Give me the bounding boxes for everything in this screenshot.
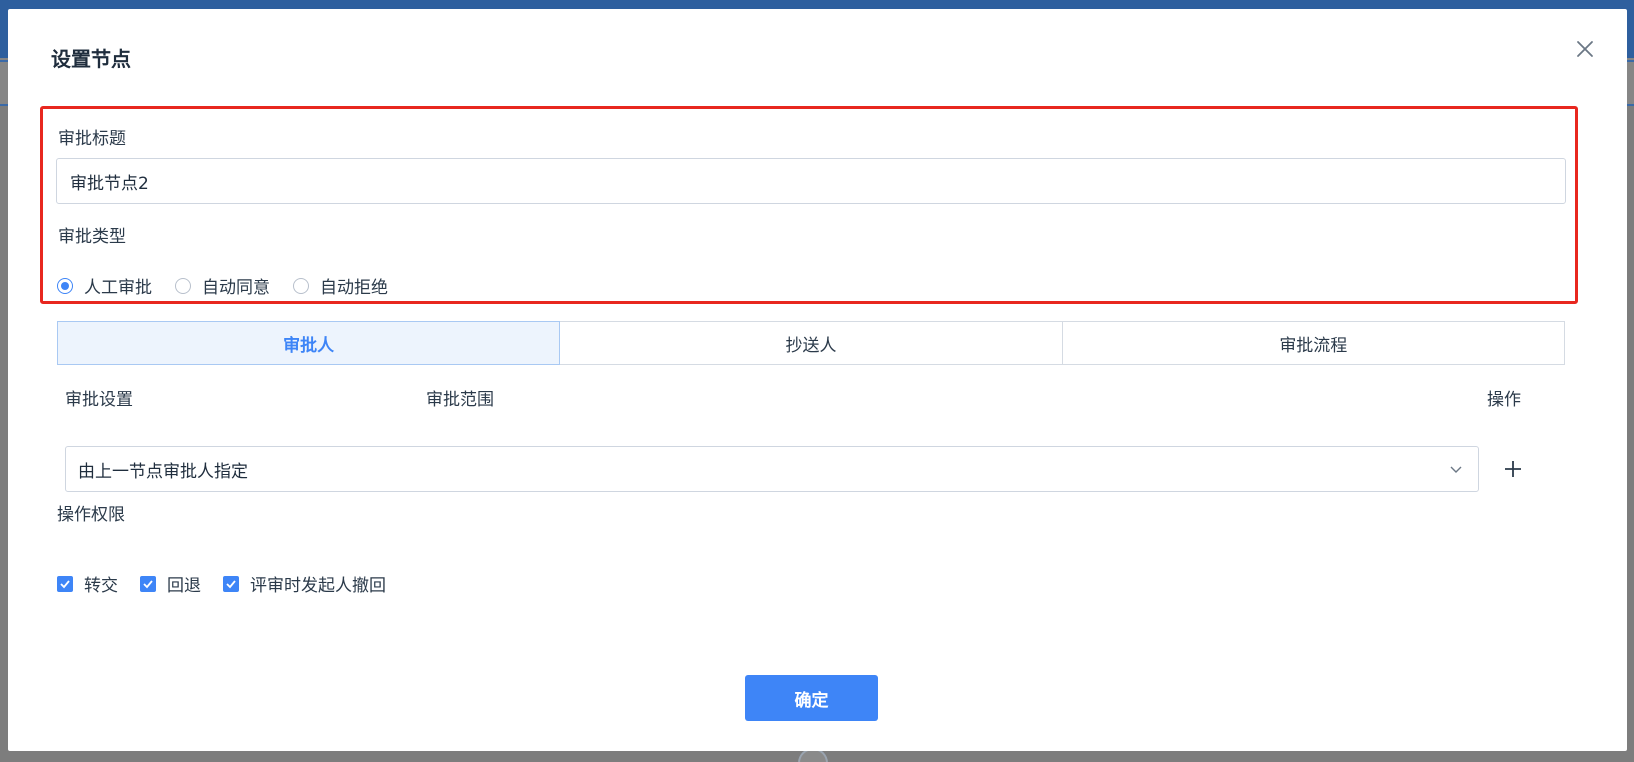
approval-type-radio-group: 人工审批 自动同意 自动拒绝 [57, 273, 411, 298]
radio-button[interactable] [175, 277, 191, 294]
approval-title-input[interactable] [56, 158, 1566, 204]
select-value: 由上一节点审批人指定 [78, 461, 248, 482]
radio-auto-reject[interactable]: 自动拒绝 [293, 273, 388, 298]
confirm-button[interactable]: 确定 [745, 675, 878, 721]
check-icon [60, 579, 70, 588]
radio-button[interactable] [293, 277, 309, 294]
radio-label: 人工审批 [84, 278, 152, 298]
approver-setting-select[interactable]: 由上一节点审批人指定 [65, 446, 1479, 492]
background-right-edge [1626, 60, 1634, 106]
close-button[interactable] [1573, 37, 1597, 61]
close-icon [1577, 41, 1593, 57]
approver-tabs: 审批人 抄送人 审批流程 [57, 321, 1565, 365]
permissions-checkbox-group: 转交 回退 评审时发起人撤回 [57, 571, 408, 596]
check-icon [143, 579, 153, 588]
check-icon [226, 579, 236, 588]
checkbox-label: 评审时发起人撤回 [250, 576, 386, 596]
checkbox-checked[interactable] [223, 575, 239, 592]
radio-label: 自动拒绝 [320, 278, 388, 298]
radio-manual-approval[interactable]: 人工审批 [57, 273, 152, 298]
set-node-dialog: 设置节点 审批标题 审批类型 人工审批 自动同意 自动拒绝 审批人 抄送人 审批… [8, 9, 1627, 751]
chevron-down-icon [1450, 466, 1462, 473]
background-left-edge [0, 60, 8, 106]
checkbox-checked[interactable] [57, 575, 73, 592]
radio-auto-approve[interactable]: 自动同意 [175, 273, 270, 298]
checkbox-checked[interactable] [140, 575, 156, 592]
checkbox-initiator-withdraw[interactable]: 评审时发起人撤回 [223, 571, 386, 596]
tab-cc[interactable]: 抄送人 [560, 321, 1063, 365]
add-approver-button[interactable] [1501, 457, 1525, 481]
checkbox-label: 回退 [167, 576, 201, 596]
plus-icon [1505, 461, 1521, 477]
radio-button-checked[interactable] [57, 277, 73, 294]
radio-label: 自动同意 [202, 278, 270, 298]
tab-approval-flow[interactable]: 审批流程 [1062, 321, 1565, 365]
checkbox-label: 转交 [84, 576, 118, 596]
checkbox-transfer[interactable]: 转交 [57, 571, 118, 596]
checkbox-rollback[interactable]: 回退 [140, 571, 201, 596]
tab-approver[interactable]: 审批人 [57, 321, 561, 365]
permissions-label: 操作权限 [57, 505, 125, 525]
dialog-title: 设置节点 [51, 47, 131, 71]
header-action: 操作 [1487, 390, 1521, 410]
approval-title-label: 审批标题 [58, 129, 126, 149]
header-approval-scope: 审批范围 [426, 390, 494, 410]
header-approval-setting: 审批设置 [65, 390, 133, 410]
approval-type-label: 审批类型 [58, 227, 126, 247]
